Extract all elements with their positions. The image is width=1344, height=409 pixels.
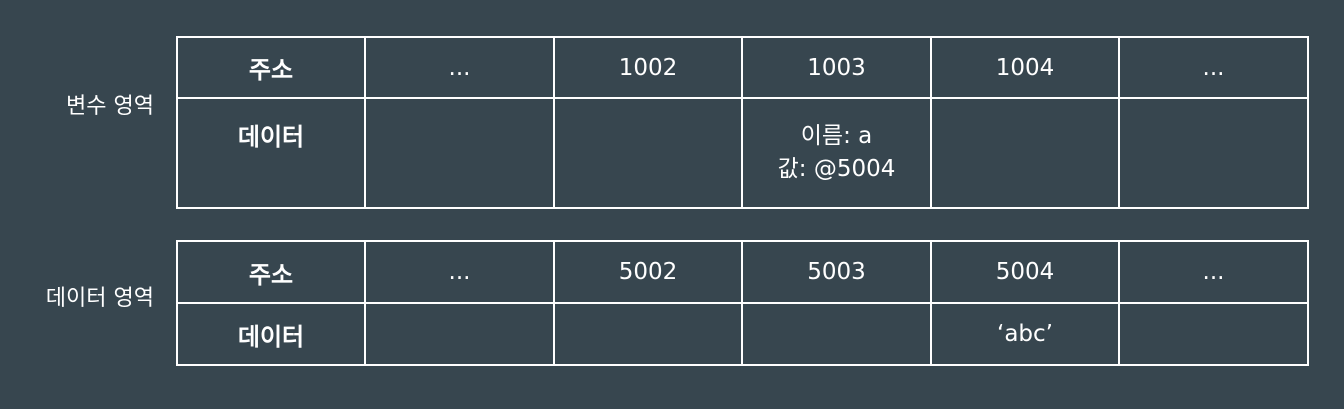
variable-area-label: 변수 영역 bbox=[66, 94, 154, 119]
data-data-header: 데이터 bbox=[176, 302, 366, 366]
variable-value-text: 값: @5004 bbox=[777, 156, 896, 182]
variable-address-cell: ... bbox=[1118, 36, 1309, 99]
data-data-cell bbox=[553, 302, 743, 366]
variable-data-cell bbox=[364, 97, 555, 209]
variable-address-row: 주소 ... 1002 1003 1004 ... bbox=[176, 36, 1309, 99]
data-data-cell: ‘abc’ bbox=[930, 302, 1120, 366]
variable-data-row: 데이터 이름: a 값: @5004 bbox=[176, 97, 1309, 209]
variable-data-cell bbox=[1118, 97, 1309, 209]
variable-data-cell bbox=[553, 97, 743, 209]
data-address-header: 주소 bbox=[176, 240, 366, 304]
data-address-cell: 5003 bbox=[741, 240, 932, 304]
variable-data-cell bbox=[930, 97, 1120, 209]
variable-address-cell: ... bbox=[364, 36, 555, 99]
variable-address-cell: 1003 bbox=[741, 36, 932, 99]
data-address-cell: 5002 bbox=[553, 240, 743, 304]
variable-area-table: 주소 ... 1002 1003 1004 ... 데이터 이름: a 값: @… bbox=[176, 36, 1309, 209]
data-address-cell: 5004 bbox=[930, 240, 1120, 304]
variable-address-cell: 1002 bbox=[553, 36, 743, 99]
string-value-text: ‘abc’ bbox=[997, 320, 1053, 347]
data-data-cell bbox=[1118, 302, 1309, 366]
data-data-row: 데이터 ‘abc’ bbox=[176, 302, 1309, 366]
data-data-cell bbox=[741, 302, 932, 366]
data-data-cell bbox=[364, 302, 555, 366]
data-area-label: 데이터 영역 bbox=[45, 286, 154, 311]
variable-data-cell: 이름: a 값: @5004 bbox=[741, 97, 932, 209]
variable-address-header: 주소 bbox=[176, 36, 366, 99]
data-area-table: 주소 ... 5002 5003 5004 ... 데이터 ‘abc’ bbox=[176, 240, 1309, 366]
variable-address-cell: 1004 bbox=[930, 36, 1120, 99]
data-address-row: 주소 ... 5002 5003 5004 ... bbox=[176, 240, 1309, 304]
data-address-cell: ... bbox=[364, 240, 555, 304]
variable-data-header: 데이터 bbox=[176, 97, 366, 209]
variable-name-text: 이름: a bbox=[800, 123, 873, 149]
data-address-cell: ... bbox=[1118, 240, 1309, 304]
